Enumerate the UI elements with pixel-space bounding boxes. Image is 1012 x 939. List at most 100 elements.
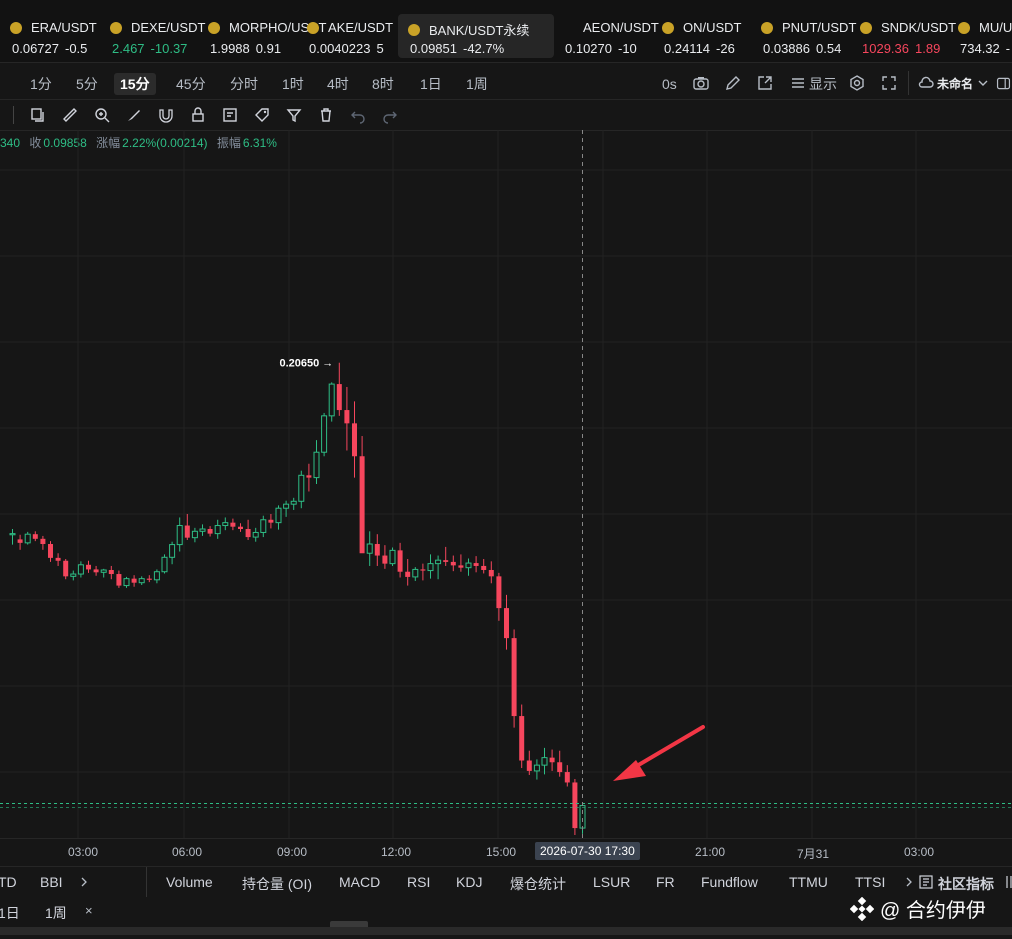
- interval-4h[interactable]: 4时: [321, 73, 355, 95]
- indicator-ttmu[interactable]: TTMU: [789, 874, 828, 890]
- redo-icon[interactable]: [381, 106, 399, 124]
- interval-timeline[interactable]: 分时: [224, 73, 264, 95]
- ticker-morpho[interactable]: MORPHO/USDT 1.9988 0.91: [198, 14, 327, 58]
- interval-45m[interactable]: 45分: [170, 73, 212, 95]
- candle-body: [321, 415, 328, 453]
- time-axis: 03:00 06:00 09:00 12:00 15:00 21:00 7月31…: [0, 838, 1012, 865]
- range-1d[interactable]: 1日: [0, 903, 20, 923]
- ticker-symbol: PNUT/USDT: [782, 20, 857, 35]
- candle-body: [184, 525, 190, 538]
- magnet-icon[interactable]: [157, 106, 175, 124]
- time-tick: 21:00: [695, 845, 726, 859]
- indicator-macd[interactable]: MACD: [339, 874, 380, 890]
- candle-body: [458, 565, 464, 568]
- ticker-symbol: MU/USDT: [979, 20, 1012, 35]
- settings-icon[interactable]: [847, 73, 867, 93]
- chevron-right-icon[interactable]: [78, 876, 90, 888]
- candle-body: [108, 569, 114, 575]
- indicator-fr[interactable]: FR: [656, 874, 675, 890]
- interval-1w[interactable]: 1周: [460, 73, 494, 95]
- template-icon[interactable]: [221, 106, 239, 124]
- candle-body: [549, 757, 555, 763]
- candle-body: [496, 576, 502, 609]
- candle-body: [222, 522, 229, 527]
- candle-body: [420, 569, 426, 571]
- candle-body: [138, 578, 145, 584]
- ruler-icon[interactable]: [61, 106, 79, 124]
- lock-icon[interactable]: [189, 106, 207, 124]
- copy-icon[interactable]: [29, 106, 47, 124]
- trash-icon[interactable]: [317, 106, 335, 124]
- interval-1h[interactable]: 1时: [276, 73, 310, 95]
- indicator-kdj[interactable]: KDJ: [456, 874, 482, 890]
- chevron-right-icon[interactable]: [903, 876, 915, 888]
- annotation-arrow-shaft: [628, 725, 705, 772]
- ticker-sndk[interactable]: SNDK/USDT 1029.36 1.89: [850, 14, 956, 58]
- indicator-ttsi[interactable]: TTSI: [855, 874, 885, 890]
- panel-toggle-icon[interactable]: [995, 75, 1012, 92]
- interval-1d[interactable]: 1日: [414, 73, 448, 95]
- indicator-oi[interactable]: 持仓量 (OI): [242, 874, 312, 894]
- camera-icon[interactable]: [691, 73, 711, 93]
- ticker-bank-active[interactable]: BANK/USDT永续 0.09851 -42.7%: [398, 14, 554, 58]
- interval-8h[interactable]: 8时: [366, 73, 400, 95]
- candle-body: [382, 555, 388, 564]
- interval-15m[interactable]: 15分: [114, 73, 156, 95]
- community-indicators[interactable]: 社区指标: [938, 874, 994, 894]
- time-tick: 12:00: [381, 845, 412, 859]
- time-tick: 03:00: [68, 845, 99, 859]
- candle-body: [252, 531, 259, 538]
- indicator-liquidation[interactable]: 爆仓统计: [510, 874, 566, 894]
- ticker-price: 0.06727: [12, 41, 59, 56]
- candle-body: [290, 500, 297, 505]
- ticker-change: 1.89: [915, 41, 941, 56]
- candle-body: [481, 565, 487, 570]
- indicator-volume[interactable]: Volume: [166, 874, 213, 890]
- interval-5m[interactable]: 5分: [70, 73, 104, 95]
- display-button[interactable]: 显示: [803, 73, 843, 95]
- interval-1m[interactable]: 1分: [24, 73, 58, 95]
- ticker-dexe[interactable]: DEXE/USDT 2.467 -10.37: [100, 14, 205, 58]
- zoom-in-icon[interactable]: [93, 106, 111, 124]
- layout-name-dropdown[interactable]: 未命名: [931, 73, 979, 95]
- ticker-era[interactable]: ERA/USDT 0.06727 -0.5: [0, 14, 100, 58]
- indicator-rsi[interactable]: RSI: [407, 874, 430, 890]
- indicator-bar: TD BBI Volume 持仓量 (OI) MACD RSI KDJ 爆仓统计…: [0, 866, 1012, 897]
- candle-body: [40, 538, 46, 545]
- filter-icon[interactable]: [285, 106, 303, 124]
- ticker-symbol: BANK/USDT永续: [429, 23, 530, 38]
- ticker-mu[interactable]: MU/USDT 734.32-: [948, 14, 1012, 58]
- range-1w[interactable]: 1周: [45, 903, 67, 923]
- close-icon[interactable]: ×: [85, 903, 93, 918]
- ticker-aeon[interactable]: AEON/USDT 0.10270 -10: [553, 14, 659, 58]
- coin-icon: [408, 23, 420, 36]
- ticker-price: 0.09851: [410, 41, 457, 56]
- indicator-td[interactable]: TD: [0, 874, 17, 890]
- candle-body: [131, 578, 137, 583]
- indicator-lsur[interactable]: LSUR: [593, 874, 630, 890]
- ticker-price: 0.10270: [565, 41, 612, 56]
- brush-icon[interactable]: [125, 106, 143, 124]
- candle-body: [435, 559, 442, 565]
- candle-body: [77, 564, 84, 575]
- tag-icon[interactable]: [253, 106, 271, 124]
- ticker-symbol: ON/USDT: [683, 20, 742, 35]
- indicator-fundflow[interactable]: Fundflow: [701, 874, 758, 890]
- candle-body: [298, 474, 305, 502]
- ticker-symbol: ERA/USDT: [31, 20, 97, 35]
- indicator-bbi[interactable]: BBI: [40, 874, 63, 890]
- candle-body: [214, 525, 221, 535]
- export-icon[interactable]: [755, 73, 775, 93]
- coin-icon: [662, 21, 674, 34]
- handle-icon[interactable]: [1004, 874, 1012, 890]
- ticker-pnut[interactable]: PNUT/USDT 0.03886 0.54: [751, 14, 856, 58]
- candlestick-chart[interactable]: 0.20650 →0.09340 →: [0, 130, 1012, 838]
- ticker-on[interactable]: ON/USDT 0.24114 -26: [652, 14, 752, 58]
- candle-body: [55, 557, 61, 561]
- ticker-ake[interactable]: AKE/USDT 0.0040223 5: [297, 14, 397, 58]
- edit-icon[interactable]: [723, 73, 743, 93]
- candle-body: [116, 574, 122, 586]
- undo-icon[interactable]: [349, 106, 367, 124]
- fullscreen-icon[interactable]: [879, 73, 899, 93]
- chevron-down-icon[interactable]: [973, 73, 993, 93]
